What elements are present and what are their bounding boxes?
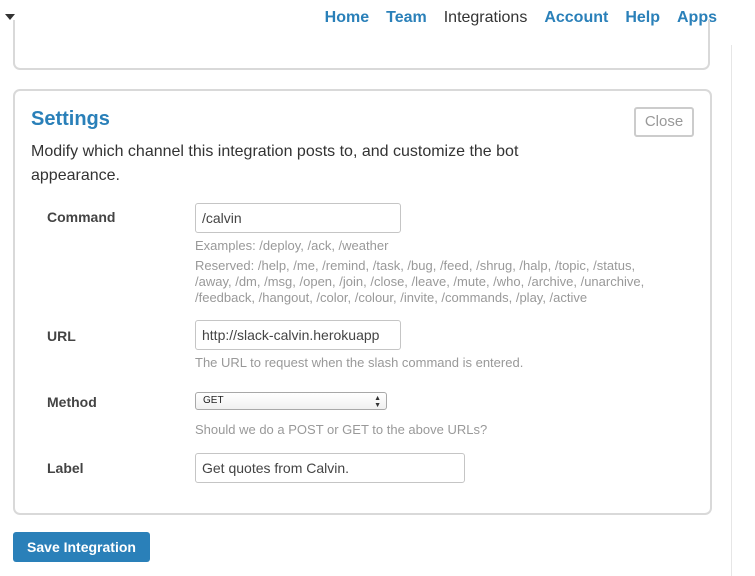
label-field-label: Label xyxy=(47,460,84,476)
select-arrows-icon: ▲ ▼ xyxy=(374,395,381,409)
label-input[interactable]: Get quotes from Calvin. xyxy=(195,453,465,483)
method-select[interactable]: GET ▲ ▼ xyxy=(195,392,387,410)
method-label: Method xyxy=(47,394,97,410)
command-label: Command xyxy=(47,209,116,225)
url-input[interactable]: http://slack-calvin.herokuapp xyxy=(195,320,401,350)
save-integration-button[interactable]: Save Integration xyxy=(13,532,150,562)
settings-card: Settings Close Modify which channel this… xyxy=(13,89,712,515)
settings-description: Modify which channel this integration po… xyxy=(31,143,519,184)
settings-title: Settings xyxy=(31,108,110,130)
page-divider xyxy=(731,45,732,576)
url-label: URL xyxy=(47,328,76,344)
method-selected-value: GET xyxy=(203,395,224,406)
command-reserved: Reserved: /help, /me, /remind, /task, /b… xyxy=(195,258,645,305)
close-button[interactable]: Close xyxy=(634,107,694,137)
previous-card xyxy=(13,20,710,70)
method-hint: Should we do a POST or GET to the above … xyxy=(195,422,488,437)
command-examples: Examples: /deploy, /ack, /weather xyxy=(195,238,389,253)
url-hint: The URL to request when the slash comman… xyxy=(195,355,524,370)
command-input[interactable]: /calvin xyxy=(195,203,401,233)
